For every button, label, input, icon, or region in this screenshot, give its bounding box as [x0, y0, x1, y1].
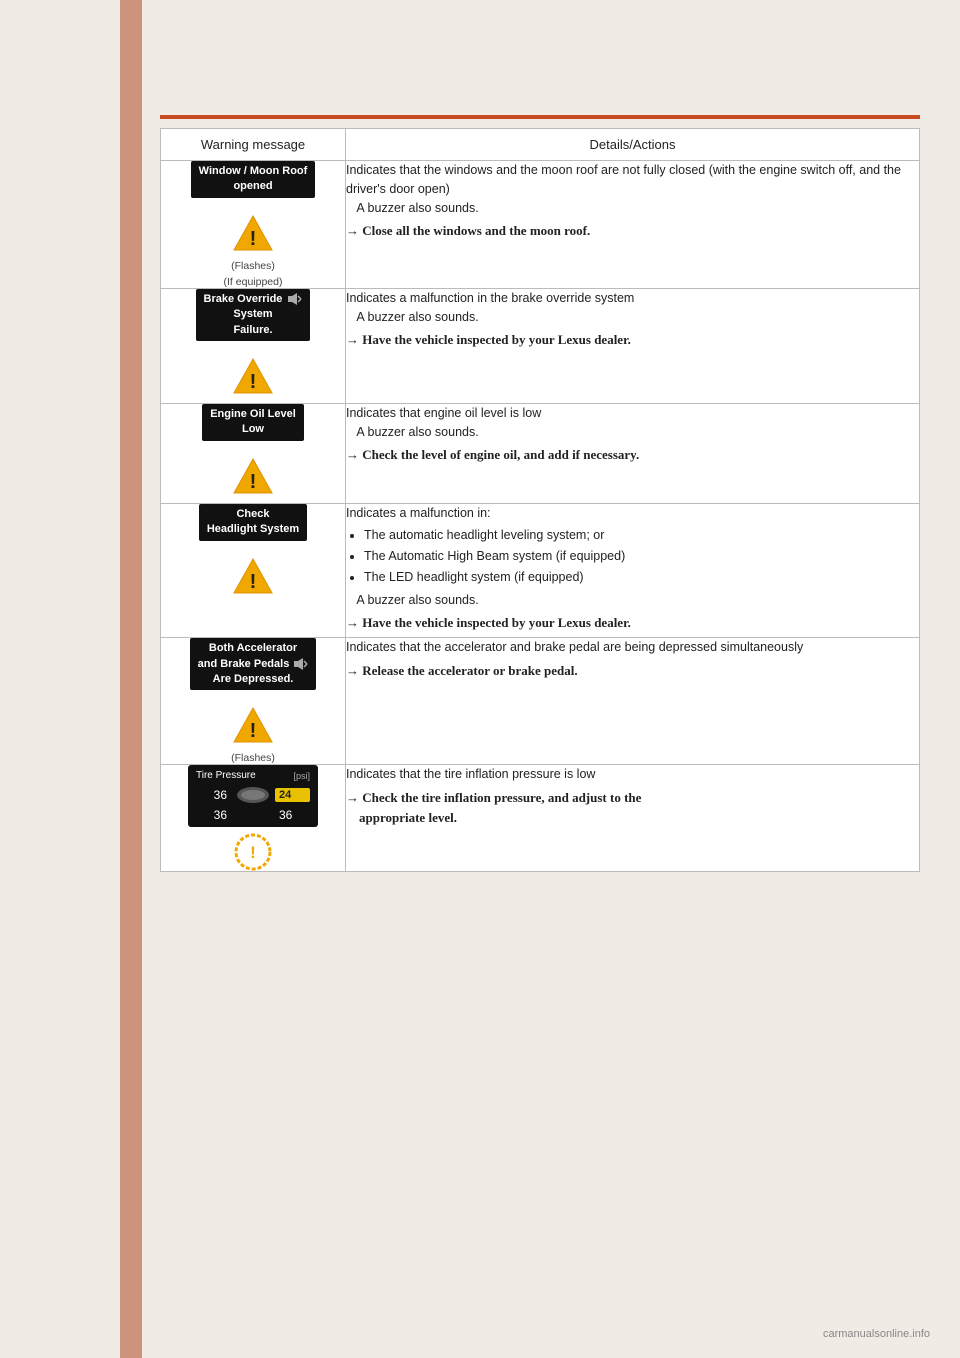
table-row: Engine Oil LevelLow ! Indicates that eng… — [161, 403, 920, 503]
action-text: → Release the accelerator or brake pedal… — [346, 661, 919, 681]
if-equipped-label-1: (If equipped) — [161, 276, 345, 288]
svg-text:!: ! — [250, 371, 257, 393]
triangle-warning-icon: ! — [232, 355, 274, 397]
detail-bullets: The automatic headlight leveling system;… — [364, 526, 919, 586]
warning-cell-accel-brake: Both Acceleratorand Brake Pedals Are Dep… — [161, 638, 346, 765]
tire-pressure-unit: [psi] — [293, 771, 310, 781]
table-row: Window / Moon Roofopened ! (Flashes) (If… — [161, 161, 920, 289]
triangle-warning-icon: ! — [232, 704, 274, 746]
footer-url: carmanualsonline.info — [823, 1328, 930, 1340]
speaker-icon — [288, 292, 302, 306]
triangle-warning-icon: ! — [232, 212, 274, 254]
triangle-warning-icon: ! — [232, 455, 274, 497]
tire-pressure-display: Tire Pressure [psi] 36 24 36 — [188, 765, 318, 827]
detail-text: Indicates that the windows and the moon … — [346, 161, 919, 217]
warning-cell-brake-override: Brake Override SystemFailure. ! — [161, 288, 346, 403]
left-stripe — [120, 0, 142, 1358]
details-cell-headlight: Indicates a malfunction in: The automati… — [346, 503, 920, 638]
warning-label-engine-oil: Engine Oil LevelLow — [202, 404, 304, 441]
warning-label-window: Window / Moon Roofopened — [191, 161, 316, 198]
col2-header: Details/Actions — [346, 129, 920, 161]
triangle-warning-icon: ! — [232, 555, 274, 597]
details-cell-window: Indicates that the windows and the moon … — [346, 161, 920, 289]
flashes-label-1: (Flashes) — [161, 260, 345, 272]
tire-val-bottom-right: 36 — [275, 808, 310, 822]
detail-text: Indicates a malfunction in the brake ove… — [346, 289, 919, 327]
action-text: → Have the vehicle inspected by your Lex… — [346, 613, 919, 633]
car-top-view — [233, 784, 273, 806]
action-text: → Close all the windows and the moon roo… — [346, 221, 919, 241]
detail-text: A buzzer also sounds. — [346, 591, 919, 610]
tire-pressure-title: Tire Pressure — [196, 770, 256, 781]
flashes-label-2: (Flashes) — [161, 752, 345, 764]
list-item: The Automatic High Beam system (if equip… — [364, 547, 919, 566]
action-text: → Check the tire inflation pressure, and… — [346, 788, 919, 828]
svg-text:!: ! — [250, 720, 257, 742]
warning-cell-headlight: CheckHeadlight System ! — [161, 503, 346, 638]
warning-label-brake-override: Brake Override SystemFailure. — [196, 289, 311, 341]
table-row: Tire Pressure [psi] 36 24 36 — [161, 765, 920, 872]
warning-table: Warning message Details/Actions Window /… — [160, 128, 920, 872]
tire-warning-icon: ! — [234, 833, 272, 871]
warning-cell-tire: Tire Pressure [psi] 36 24 36 — [161, 765, 346, 872]
tire-grid: 36 24 36 36 — [196, 784, 310, 822]
content-area: Warning message Details/Actions Window /… — [160, 128, 920, 1238]
svg-text:!: ! — [250, 471, 257, 493]
table-row: Both Acceleratorand Brake Pedals Are Dep… — [161, 638, 920, 765]
detail-text: Indicates that the tire inflation pressu… — [346, 765, 919, 784]
warning-cell-engine-oil: Engine Oil LevelLow ! — [161, 403, 346, 503]
warning-label-accel-brake: Both Acceleratorand Brake Pedals Are Dep… — [190, 638, 317, 690]
list-item: The LED headlight system (if equipped) — [364, 568, 919, 587]
detail-text: Indicates that engine oil level is low A… — [346, 404, 919, 442]
warning-cell-window: Window / Moon Roofopened ! (Flashes) (If… — [161, 161, 346, 289]
detail-intro: Indicates a malfunction in: — [346, 504, 919, 523]
tire-val-top-left: 36 — [196, 788, 231, 802]
svg-text:!: ! — [250, 228, 257, 250]
table-row: Brake Override SystemFailure. ! — [161, 288, 920, 403]
detail-text: Indicates that the accelerator and brake… — [346, 638, 919, 657]
details-cell-tire: Indicates that the tire inflation pressu… — [346, 765, 920, 872]
svg-text:!: ! — [250, 843, 256, 862]
table-row: CheckHeadlight System ! Indicates a malf… — [161, 503, 920, 638]
details-cell-brake-override: Indicates a malfunction in the brake ove… — [346, 288, 920, 403]
details-cell-engine-oil: Indicates that engine oil level is low A… — [346, 403, 920, 503]
action-text: → Have the vehicle inspected by your Lex… — [346, 330, 919, 350]
speaker-icon — [294, 657, 308, 671]
action-text: → Check the level of engine oil, and add… — [346, 445, 919, 465]
details-cell-accel-brake: Indicates that the accelerator and brake… — [346, 638, 920, 765]
list-item: The automatic headlight leveling system;… — [364, 526, 919, 545]
tire-val-top-right: 24 — [275, 788, 310, 802]
top-bar — [160, 115, 920, 119]
tire-val-bottom-left: 36 — [196, 808, 231, 822]
svg-text:!: ! — [250, 571, 257, 593]
col1-header: Warning message — [161, 129, 346, 161]
warning-label-headlight: CheckHeadlight System — [199, 504, 307, 541]
